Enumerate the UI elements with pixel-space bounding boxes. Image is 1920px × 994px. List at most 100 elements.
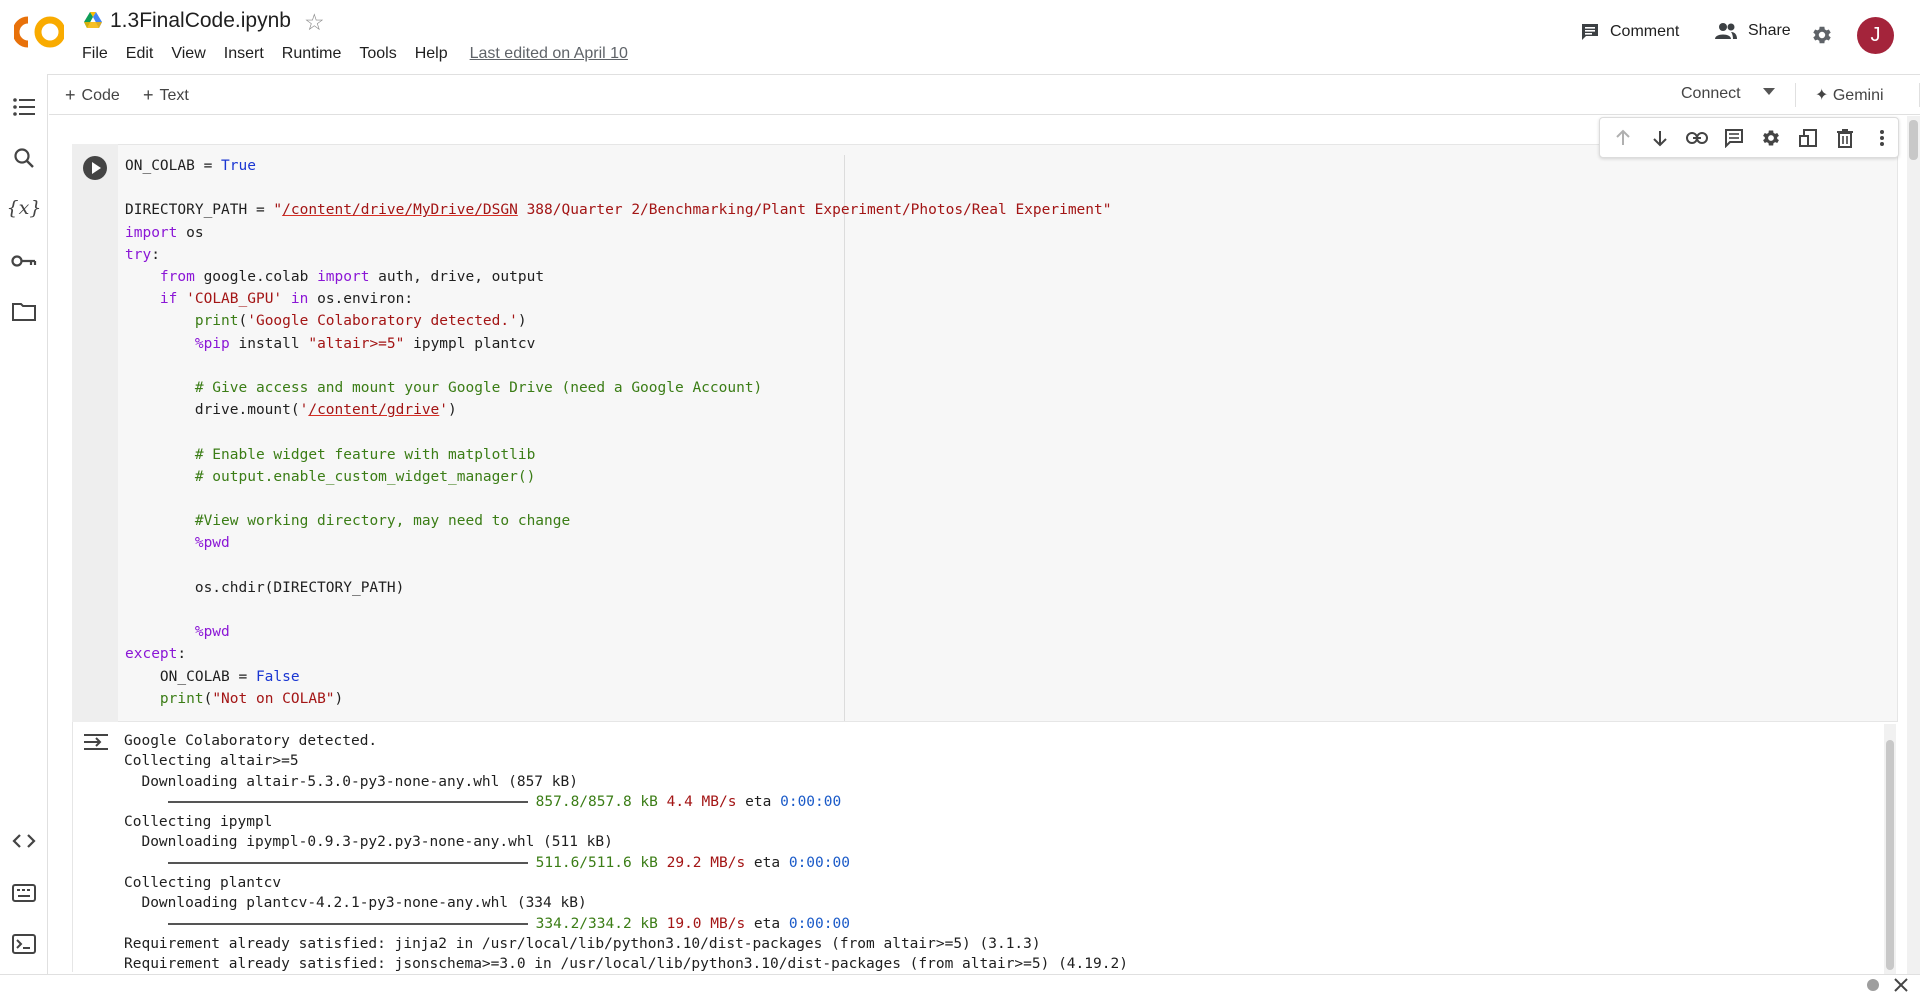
variables-icon[interactable]: {x}: [7, 195, 42, 221]
comment-button[interactable]: Comment: [1580, 22, 1679, 42]
star-icon[interactable]: ☆: [304, 9, 325, 35]
more-vert-icon[interactable]: [1870, 126, 1894, 150]
google-drive-icon[interactable]: [84, 12, 102, 28]
code-line[interactable]: from google.colab import auth, drive, ou…: [125, 266, 1111, 288]
output-line: Downloading ipympl-0.9.3-py2.py3-none-an…: [124, 834, 613, 851]
code-line[interactable]: print('Google Colaboratory detected.'): [125, 310, 1111, 332]
notebook-title[interactable]: 1.3FinalCode.ipynb: [110, 9, 291, 33]
code-snippets-icon[interactable]: [11, 828, 37, 854]
code-line[interactable]: %pwd: [125, 532, 1111, 554]
code-editor[interactable]: ON_COLAB = True​DIRECTORY_PATH = "/conte…: [125, 155, 1111, 710]
add-text-button[interactable]: + Text: [143, 85, 189, 106]
progress-size: 511.6/511.6 kB: [535, 854, 658, 871]
code-line[interactable]: print("Not on COLAB"): [125, 688, 1111, 710]
terminal-icon[interactable]: [11, 931, 37, 957]
code-line[interactable]: ​: [125, 488, 1111, 510]
chevron-down-icon[interactable]: [1763, 88, 1775, 95]
gemini-label: Gemini: [1832, 87, 1884, 104]
code-line[interactable]: ​: [125, 599, 1111, 621]
code-line[interactable]: ​: [125, 421, 1111, 443]
status-bar: [0, 974, 1920, 994]
code-line[interactable]: ​: [125, 177, 1111, 199]
arrow-down-icon[interactable]: [1648, 126, 1672, 150]
last-edited-link[interactable]: Last edited on April 10: [470, 45, 628, 63]
notebook-scrollbar-thumb[interactable]: [1909, 120, 1918, 160]
code-line[interactable]: ​: [125, 355, 1111, 377]
code-line[interactable]: DIRECTORY_PATH = "/content/drive/MyDrive…: [125, 199, 1111, 221]
gear-icon[interactable]: [1811, 24, 1833, 46]
output-line: Google Colaboratory detected.: [124, 733, 378, 749]
menu-insert[interactable]: Insert: [224, 45, 264, 63]
code-line[interactable]: ON_COLAB = True: [125, 155, 1111, 177]
code-line[interactable]: #View working directory, may need to cha…: [125, 510, 1111, 532]
run-cell-button[interactable]: [83, 156, 107, 180]
comment-label: Comment: [1610, 23, 1680, 40]
notebook-scrollbar[interactable]: [1907, 116, 1920, 974]
status-indicator-icon: [1867, 979, 1879, 991]
menu-edit[interactable]: Edit: [126, 45, 154, 63]
output-line: Collecting plantcv: [124, 875, 282, 892]
plus-icon: +: [65, 85, 76, 105]
code-line[interactable]: drive.mount('/content/gdrive'): [125, 399, 1111, 421]
gear-icon[interactable]: [1759, 126, 1783, 150]
menu-view[interactable]: View: [171, 45, 205, 63]
code-line[interactable]: ON_COLAB = False: [125, 666, 1111, 688]
code-line[interactable]: import os: [125, 222, 1111, 244]
menu-file[interactable]: File: [82, 45, 108, 63]
eta-value: 0:00:00: [788, 854, 850, 871]
arrow-up-icon[interactable]: [1611, 126, 1635, 150]
top-bar: 1.3FinalCode.ipynb ☆ File Edit View Inse…: [0, 0, 1920, 74]
link-icon[interactable]: [1685, 126, 1709, 150]
notebook-toolbar: + Code + Text Connect ✦ Gemini: [49, 75, 1920, 115]
code-line[interactable]: if 'COLAB_GPU' in os.environ:: [125, 288, 1111, 310]
output-scrollbar-thumb[interactable]: [1886, 740, 1894, 970]
connect-button[interactable]: Connect: [1681, 85, 1741, 103]
command-palette-icon[interactable]: [11, 880, 37, 906]
trash-icon[interactable]: [1833, 126, 1857, 150]
download-speed: 19.0 MB/s: [657, 915, 746, 932]
table-of-contents-icon[interactable]: [11, 94, 37, 120]
share-button[interactable]: Share: [1714, 22, 1791, 40]
download-progress-line: 334.2/334.2 kB 19.0 MB/s eta 0:00:00: [124, 914, 1128, 934]
add-code-label: Code: [81, 86, 120, 104]
output-line: Requirement already satisfied: jsonschem…: [124, 956, 1128, 973]
close-icon[interactable]: [1894, 978, 1908, 992]
code-line[interactable]: try:: [125, 244, 1111, 266]
toolbar-divider: [1795, 83, 1796, 107]
code-line[interactable]: ​: [125, 555, 1111, 577]
code-line[interactable]: os.chdir(DIRECTORY_PATH): [125, 577, 1111, 599]
eta-label: eta: [736, 793, 781, 810]
code-line[interactable]: %pwd: [125, 621, 1111, 643]
search-icon[interactable]: [11, 145, 37, 171]
output-actions-icon[interactable]: [83, 732, 109, 752]
cell-toolbar: [1599, 117, 1899, 158]
play-icon: [92, 162, 101, 174]
menu-runtime[interactable]: Runtime: [282, 45, 342, 63]
code-line[interactable]: # output.enable_custom_widget_manager(): [125, 466, 1111, 488]
download-speed: 29.2 MB/s: [657, 854, 746, 871]
output-line: Collecting altair>=5: [124, 753, 299, 770]
menu-tools[interactable]: Tools: [359, 45, 396, 63]
add-text-label: Text: [159, 86, 189, 104]
people-icon: [1715, 23, 1737, 39]
progress-bar: [167, 800, 528, 803]
output-text: Google Colaboratory detected. Collecting …: [124, 731, 1128, 975]
code-line[interactable]: # Enable widget feature with matplotlib: [125, 444, 1111, 466]
folder-icon[interactable]: [11, 298, 37, 324]
menu-bar: File Edit View Insert Runtime Tools Help…: [82, 45, 646, 63]
eta-value: 0:00:00: [780, 793, 842, 810]
comment-icon[interactable]: [1722, 126, 1746, 150]
download-speed: 4.4 MB/s: [657, 793, 737, 810]
mirror-cell-icon[interactable]: [1796, 126, 1820, 150]
colab-logo-icon[interactable]: [14, 16, 64, 48]
progress-bar: [167, 861, 528, 864]
add-code-button[interactable]: + Code: [65, 85, 120, 106]
output-line: Downloading altair-5.3.0-py3-none-any.wh…: [124, 773, 578, 790]
code-line[interactable]: %pip install "altair>=5" ipympl plantcv: [125, 333, 1111, 355]
gemini-button[interactable]: ✦ Gemini: [1815, 85, 1884, 105]
menu-help[interactable]: Help: [415, 45, 448, 63]
avatar[interactable]: J: [1857, 17, 1894, 54]
code-line[interactable]: # Give access and mount your Google Driv…: [125, 377, 1111, 399]
code-line[interactable]: except:: [125, 643, 1111, 665]
key-icon[interactable]: [11, 248, 37, 274]
